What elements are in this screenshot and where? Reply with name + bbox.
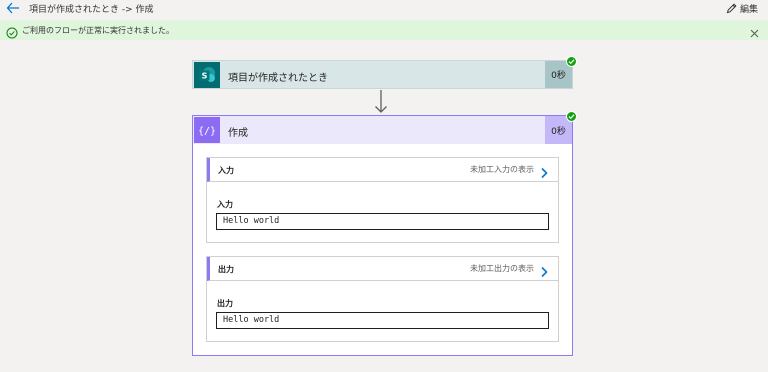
success-circle-icon — [6, 24, 18, 39]
output-value: Hello world — [223, 315, 280, 325]
output-value-box: Hello world — [216, 312, 549, 329]
chevron-right-icon[interactable] — [540, 164, 548, 179]
svg-text:{/}: {/} — [198, 126, 216, 137]
outputs-section-header: 出力 未加工出力の表示 — [207, 257, 558, 281]
outputs-section-title: 出力 — [218, 265, 234, 274]
outputs-section: 出力 未加工出力の表示 出力 Hello world — [206, 256, 559, 342]
input-field-label: 入力 — [217, 200, 233, 209]
trigger-card-label: 項目が作成されたとき — [228, 73, 328, 84]
down-arrow-icon — [374, 90, 388, 114]
close-icon[interactable] — [749, 24, 760, 38]
inputs-section-title: 入力 — [218, 166, 234, 175]
back-arrow-icon[interactable] — [6, 0, 20, 16]
sharepoint-icon: S — [194, 62, 220, 88]
compose-card-header[interactable]: {/} 作成 0秒 — [193, 116, 572, 144]
inputs-section-header: 入力 未加工入力の表示 — [207, 158, 558, 182]
trigger-card[interactable]: S 項目が作成されたとき 0秒 — [192, 56, 577, 89]
edit-label: 編集 — [739, 4, 758, 15]
svg-text:S: S — [202, 72, 208, 81]
inputs-section: 入力 未加工入力の表示 入力 Hello world — [206, 157, 559, 243]
edit-pencil-icon — [726, 2, 737, 14]
chevron-right-icon[interactable] — [540, 263, 548, 278]
input-value: Hello world — [223, 216, 280, 226]
compose-card-label: 作成 — [228, 128, 248, 139]
input-value-box: Hello world — [216, 213, 549, 230]
output-field-label: 出力 — [217, 299, 233, 308]
compose-icon: {/} — [194, 117, 220, 143]
success-banner: ご利用のフローが正常に実行されました。 — [0, 20, 768, 40]
edit-button[interactable]: 編集 — [726, 1, 758, 15]
show-raw-inputs-link[interactable]: 未加工入力の表示 — [470, 164, 534, 175]
check-icon — [566, 56, 577, 67]
compose-action-card[interactable]: {/} 作成 0秒 入力 未加工入力の表示 入力 Hello world 出力 … — [192, 111, 577, 356]
page-title: 項目が作成されたとき -> 作成 — [29, 5, 154, 15]
show-raw-outputs-link[interactable]: 未加工出力の表示 — [470, 263, 534, 274]
check-icon — [566, 111, 577, 122]
top-bar: 項目が作成されたとき -> 作成 編集 — [0, 0, 768, 17]
banner-message: ご利用のフローが正常に実行されました。 — [22, 26, 174, 35]
